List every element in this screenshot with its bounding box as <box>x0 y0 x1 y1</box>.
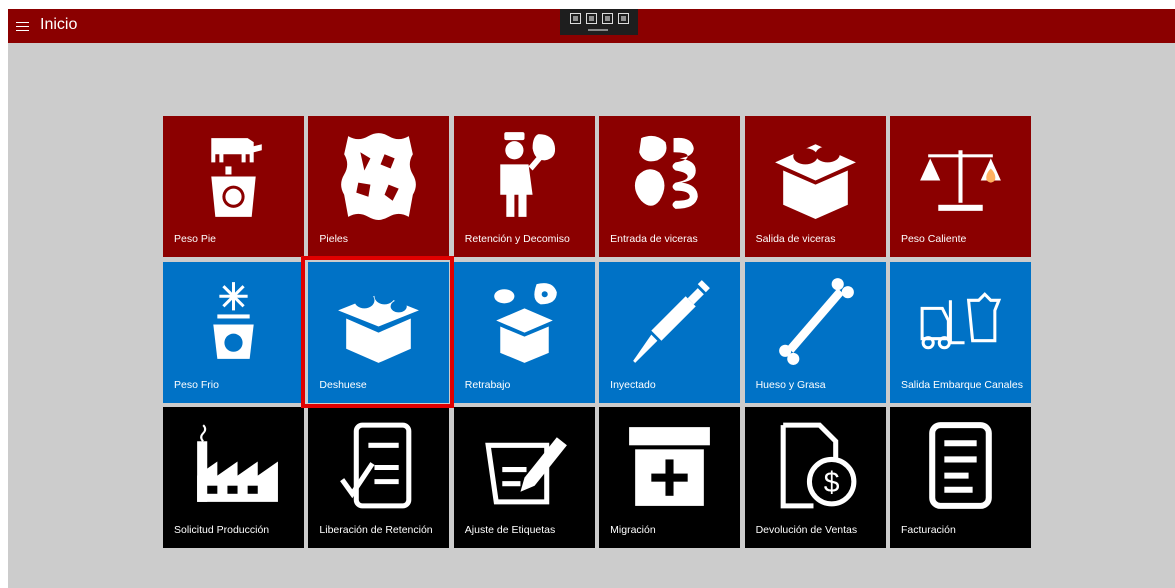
tile-label: Deshuese <box>319 378 367 391</box>
xaml-debug-toolbar <box>560 9 638 35</box>
tile-label: Inyectado <box>610 378 656 391</box>
organs-icon <box>619 124 720 225</box>
tile-hueso-grasa[interactable]: Hueso y Grasa <box>744 261 886 403</box>
factory-icon <box>183 415 284 516</box>
refund-icon: $ <box>765 415 866 516</box>
tile-pieles[interactable]: Pieles <box>308 116 450 257</box>
tile-retrabajo[interactable]: Retrabajo <box>453 261 595 403</box>
tile-label: Peso Pie <box>174 233 217 245</box>
display-layout-adorners-icon[interactable] <box>601 13 613 24</box>
box-meat-icon <box>328 270 429 371</box>
page-title: Inicio <box>40 16 78 33</box>
app-window: Inicio Peso Pie Pieles Retención y Decom… <box>8 9 1175 588</box>
tile-label: Ajuste de Etiquetas <box>464 524 556 536</box>
bone-icon <box>765 270 866 371</box>
tile-label: Peso Frio <box>174 378 219 391</box>
track-focus-icon[interactable] <box>617 13 629 24</box>
hamburger-menu-icon[interactable] <box>13 16 33 36</box>
tile-salida-embarque-canales[interactable]: Salida Embarque Canales <box>889 261 1031 403</box>
tile-label: Solicitud Producción <box>174 524 270 536</box>
toolbar-grip[interactable] <box>588 29 608 31</box>
tile-devolucion-ventas[interactable]: $ Devolución de Ventas <box>744 407 886 548</box>
tile-label: Salida Embarque Canales <box>900 378 1023 391</box>
select-element-icon[interactable] <box>585 13 597 24</box>
tile-solicitud-produccion[interactable]: Solicitud Producción <box>163 407 304 548</box>
tile-salida-viceras[interactable]: Salida de viceras <box>744 116 886 257</box>
invoice-icon <box>910 415 1011 516</box>
tile-label: Retrabajo <box>464 378 511 391</box>
tile-deshuese[interactable]: Deshuese <box>308 261 450 403</box>
tile-label: Hueso y Grasa <box>755 378 826 391</box>
forklift-cow-icon <box>910 270 1011 371</box>
tile-label: Peso Caliente <box>900 233 967 245</box>
tile-ajuste-etiquetas[interactable]: Ajuste de Etiquetas <box>453 407 595 548</box>
tile-entrada-viceras[interactable]: Entrada de viceras <box>599 116 741 257</box>
tile-label: Migración <box>610 524 656 536</box>
tile-peso-caliente[interactable]: Peso Caliente <box>889 116 1031 257</box>
tile-label: Retención y Decomiso <box>464 233 570 245</box>
tile-label: Pieles <box>319 233 348 245</box>
edit-document-icon <box>474 415 575 516</box>
tile-retencion-decomiso[interactable]: Retención y Decomiso <box>453 116 595 257</box>
tile-migracion[interactable]: Migración <box>599 407 741 548</box>
tile-label: Devolución de Ventas <box>755 524 858 536</box>
tile-grid: Peso Pie Pieles Retención y Decomiso Ent… <box>163 116 1031 548</box>
tile-liberacion-retencion[interactable]: Liberación de Retención <box>308 407 450 548</box>
snow-scale-icon <box>183 270 284 371</box>
syringe-icon <box>619 270 720 371</box>
tile-facturacion[interactable]: Facturación <box>889 407 1031 548</box>
svg-text:$: $ <box>823 466 839 498</box>
tile-label: Salida de viceras <box>755 233 836 245</box>
cow-scale-icon <box>183 124 284 225</box>
tile-label: Liberación de Retención <box>319 524 433 536</box>
tile-inyectado[interactable]: Inyectado <box>599 261 741 403</box>
hide-icon <box>328 124 429 225</box>
box-plus-icon <box>619 415 720 516</box>
document-check-icon <box>328 415 429 516</box>
tile-label: Facturación <box>900 524 956 536</box>
live-visual-tree-icon[interactable] <box>569 13 581 24</box>
box-meat-extra-icon <box>474 270 575 371</box>
box-meat-icon <box>765 124 866 225</box>
inspector-icon <box>474 124 575 225</box>
balance-fire-icon <box>910 124 1011 225</box>
tile-peso-pie[interactable]: Peso Pie <box>163 116 304 257</box>
tile-peso-frio[interactable]: Peso Frio <box>163 261 304 403</box>
tile-label: Entrada de viceras <box>610 233 698 245</box>
